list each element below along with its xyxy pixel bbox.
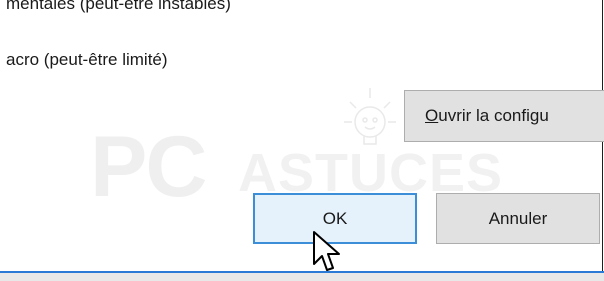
option-experimental-label: mentales (peut-être instables) bbox=[6, 0, 231, 13]
config-mnemonic-letter: O bbox=[425, 106, 439, 125]
open-configuration-button[interactable]: Ouvrir la configu bbox=[404, 90, 604, 142]
watermark-pc-text: PC bbox=[90, 119, 207, 215]
cancel-button[interactable]: Annuler bbox=[436, 193, 600, 244]
mouse-pointer-icon bbox=[313, 231, 340, 271]
dialog-window: mentales (peut-être instables) acro (peu… bbox=[0, 0, 604, 271]
option-macro-label: acro (peut-être limité) bbox=[6, 50, 168, 69]
bottom-accent-bar bbox=[0, 271, 604, 281]
lightbulb-icon bbox=[344, 88, 396, 145]
config-button-label: uvrir la configu bbox=[438, 106, 549, 125]
screenshot-frame: mentales (peut-être instables) acro (peu… bbox=[0, 0, 604, 281]
